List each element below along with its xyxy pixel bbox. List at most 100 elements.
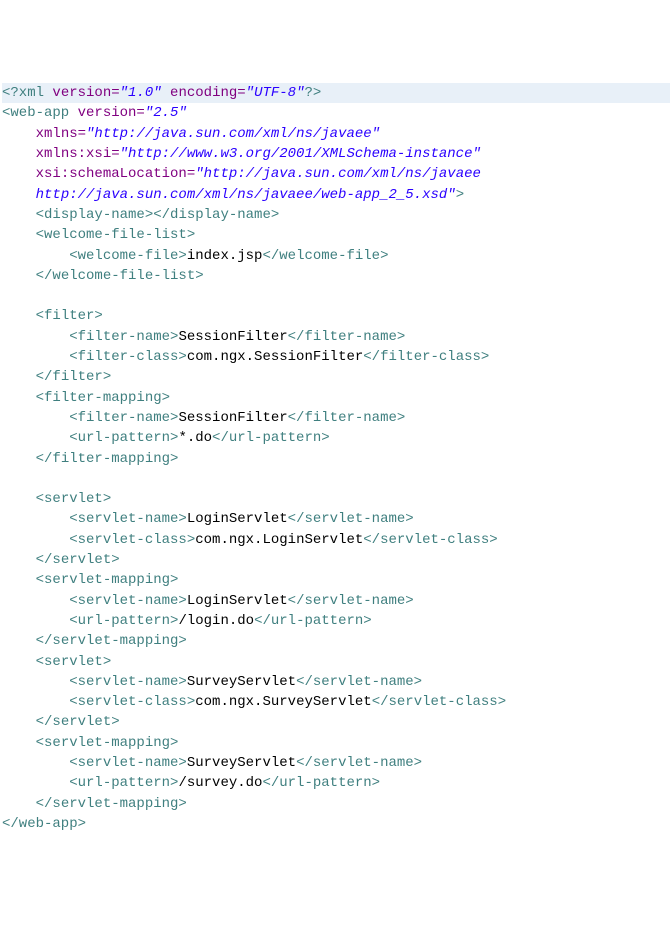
servlet-mapping-close: </servlet-mapping>	[36, 796, 187, 812]
indent	[2, 268, 36, 284]
filter-name-value: SessionFilter	[178, 329, 287, 345]
url-pattern-value: *.do	[178, 430, 212, 446]
xmlns-val: "http://java.sun.com/xml/ns/javaee"	[86, 126, 380, 142]
line-xml-decl: <?xml version="1.0" encoding="UTF-8"?>	[2, 83, 670, 103]
xml-attr-encoding: encoding=	[162, 85, 246, 101]
schema-val-1: "http://java.sun.com/xml/ns/javaee	[195, 166, 489, 182]
servlet-open: <servlet>	[36, 491, 112, 507]
indent	[2, 349, 69, 365]
filter-name-value: SessionFilter	[178, 410, 287, 426]
servlet-class-open: <servlet-class>	[69, 532, 195, 548]
xml-pi-open: <?xml	[2, 85, 44, 101]
filter-close: </filter>	[36, 369, 112, 385]
webapp-attr-version: version=	[69, 105, 145, 121]
webapp-version: "2.5"	[145, 105, 187, 121]
indent	[2, 755, 69, 771]
filter-name-open: <filter-name>	[69, 410, 178, 426]
indent	[2, 248, 69, 264]
indent	[2, 532, 69, 548]
servlet-name-close: </servlet-name>	[288, 593, 414, 609]
url-pattern-close: </url-pattern>	[212, 430, 330, 446]
servlet-name-close: </servlet-name>	[296, 755, 422, 771]
servlet-close: </servlet>	[36, 552, 120, 568]
indent	[2, 674, 69, 690]
indent	[2, 572, 36, 588]
indent	[2, 775, 69, 791]
servlet-class-value: com.ngx.SurveyServlet	[195, 694, 371, 710]
webapp-close: </web-app>	[2, 816, 86, 832]
filter-class-close: </filter-class>	[363, 349, 489, 365]
filter-class-open: <filter-class>	[69, 349, 187, 365]
indent	[2, 694, 69, 710]
indent	[2, 491, 36, 507]
indent	[2, 207, 36, 223]
attr-xmlns: xmlns=	[36, 126, 86, 142]
indent	[2, 796, 36, 812]
indent	[2, 654, 36, 670]
url-pattern-close: </url-pattern>	[254, 613, 372, 629]
servlet-open: <servlet>	[36, 654, 112, 670]
url-pattern-open: <url-pattern>	[69, 775, 178, 791]
indent	[2, 714, 36, 730]
indent	[2, 430, 69, 446]
servlet-name-open: <servlet-name>	[69, 674, 187, 690]
servlet-name-open: <servlet-name>	[69, 593, 187, 609]
xml-attr-version: version=	[44, 85, 120, 101]
indent	[2, 126, 36, 142]
indent	[2, 390, 36, 406]
url-pattern-value: /login.do	[178, 613, 254, 629]
xml-version: "1.0"	[120, 85, 162, 101]
code-block: <?xml version="1.0" encoding="UTF-8"?> <…	[2, 83, 670, 834]
servlet-name-open: <servlet-name>	[69, 511, 187, 527]
display-name-open: <display-name>	[36, 207, 154, 223]
indent	[2, 308, 36, 324]
filter-mapping-close: </filter-mapping>	[36, 451, 179, 467]
xmlns-xsi-val: "http://www.w3.org/2001/XMLSchema-instan…	[120, 146, 481, 162]
filter-name-close: </filter-name>	[288, 410, 406, 426]
servlet-name-close: </servlet-name>	[296, 674, 422, 690]
servlet-mapping-close: </servlet-mapping>	[36, 633, 187, 649]
servlet-class-open: <servlet-class>	[69, 694, 195, 710]
filter-open: <filter>	[36, 308, 103, 324]
xml-pi-close: ?>	[304, 85, 321, 101]
servlet-name-value: SurveyServlet	[187, 674, 296, 690]
servlet-name-open: <servlet-name>	[69, 755, 187, 771]
indent	[2, 552, 36, 568]
attr-schema: xsi:schemaLocation=	[36, 166, 196, 182]
welcome-file-open: <welcome-file>	[69, 248, 187, 264]
indent	[2, 329, 69, 345]
welcome-file-close: </welcome-file>	[262, 248, 388, 264]
indent	[2, 735, 36, 751]
filter-name-open: <filter-name>	[69, 329, 178, 345]
indent	[2, 187, 36, 203]
servlet-class-value: com.ngx.LoginServlet	[195, 532, 363, 548]
servlet-mapping-open: <servlet-mapping>	[36, 735, 179, 751]
indent	[2, 410, 69, 426]
url-pattern-close: </url-pattern>	[262, 775, 380, 791]
servlet-name-value: LoginServlet	[187, 593, 288, 609]
filter-class-value: com.ngx.SessionFilter	[187, 349, 363, 365]
url-pattern-open: <url-pattern>	[69, 613, 178, 629]
indent	[2, 451, 36, 467]
servlet-close: </servlet>	[36, 714, 120, 730]
indent	[2, 633, 36, 649]
servlet-name-value: SurveyServlet	[187, 755, 296, 771]
servlet-name-close: </servlet-name>	[288, 511, 414, 527]
schema-val-2: http://java.sun.com/xml/ns/javaee/web-ap…	[36, 187, 456, 203]
welcome-file-value: index.jsp	[187, 248, 263, 264]
gt: >	[456, 187, 464, 203]
filter-name-close: </filter-name>	[288, 329, 406, 345]
url-pattern-open: <url-pattern>	[69, 430, 178, 446]
webapp-open: <web-app	[2, 105, 69, 121]
xml-encoding: "UTF-8"	[246, 85, 305, 101]
servlet-class-close: </servlet-class>	[372, 694, 506, 710]
filter-mapping-open: <filter-mapping>	[36, 390, 170, 406]
indent	[2, 227, 36, 243]
indent	[2, 511, 69, 527]
indent	[2, 146, 36, 162]
display-name-close: </display-name>	[153, 207, 279, 223]
welcome-file-list-open: <welcome-file-list>	[36, 227, 196, 243]
url-pattern-value: /survey.do	[178, 775, 262, 791]
welcome-file-list-close: </welcome-file-list>	[36, 268, 204, 284]
indent	[2, 369, 36, 385]
